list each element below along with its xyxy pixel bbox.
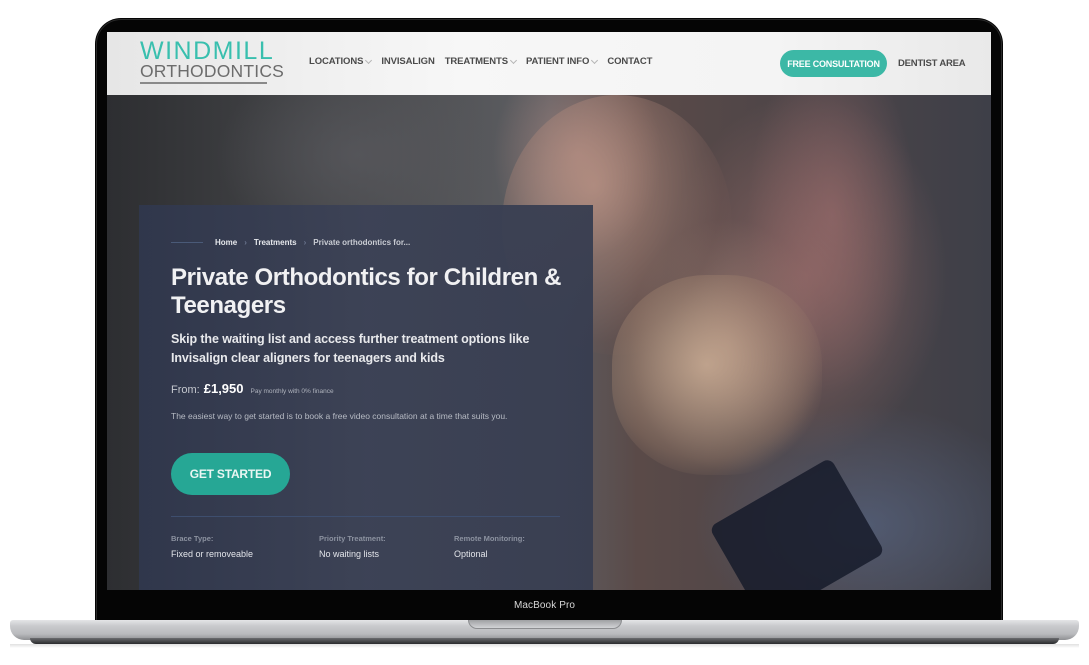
dentist-area-link[interactable]: DENTIST AREA	[898, 58, 966, 69]
price-from-label: From:	[171, 384, 200, 396]
chevron-down-icon	[365, 56, 373, 64]
hero-section: Home › Treatments › Private orthodontics…	[107, 95, 991, 590]
laptop-lid-notch	[468, 620, 622, 629]
facts-divider	[171, 516, 560, 517]
chevron-down-icon	[591, 56, 599, 64]
breadcrumb: Home › Treatments › Private orthodontics…	[171, 238, 410, 247]
logo-wordmark-top: WINDMILL	[140, 37, 275, 65]
fact-label: Brace Type:	[171, 534, 214, 543]
site-header: WINDMILL ORTHODONTICS LOCATIONS INVISALI…	[107, 32, 991, 95]
nav-item-label: PATIENT INFO	[525, 56, 590, 67]
fact-priority-treatment: Priority Treatment: No waiting lists	[319, 534, 454, 559]
breadcrumb-rule	[171, 242, 203, 243]
free-consultation-button[interactable]: FREE CONSULTATION	[780, 50, 887, 77]
nav-item-label: LOCATIONS	[309, 56, 364, 67]
device-model-label: MacBook Pro	[513, 600, 576, 611]
hero-photo-sleeve	[708, 457, 886, 590]
logo-underline	[140, 82, 267, 84]
fact-value: Optional	[454, 549, 488, 559]
chevron-right-icon: ›	[303, 238, 307, 247]
nav-item-invisalign[interactable]: INVISALIGN	[381, 56, 434, 67]
nav-item-contact[interactable]: CONTACT	[607, 56, 652, 67]
breadcrumb-home[interactable]: Home	[215, 238, 237, 247]
browser-viewport: WINDMILL ORTHODONTICS LOCATIONS INVISALI…	[107, 32, 991, 590]
nav-item-treatments[interactable]: TREATMENTS	[444, 56, 517, 67]
fact-label: Priority Treatment:	[319, 534, 386, 543]
nav-item-patient-info[interactable]: PATIENT INFO	[525, 56, 599, 67]
chevron-right-icon: ›	[244, 238, 247, 247]
breadcrumb-current: Private orthodontics for...	[313, 238, 411, 247]
chevron-down-icon	[509, 56, 517, 64]
hero-content-card: Home › Treatments › Private orthodontics…	[139, 205, 593, 590]
main-nav: LOCATIONS INVISALIGN TREATMENTS PATIENT …	[309, 56, 662, 67]
finance-note: Pay monthly with 0% finance	[250, 388, 334, 395]
price-value: £1,950	[203, 381, 244, 396]
fact-value: Fixed or removeable	[171, 549, 254, 559]
page-title: Private Orthodontics for Children & Teen…	[171, 264, 562, 319]
intro-text: The easiest way to get started is to boo…	[171, 411, 508, 421]
fact-label: Remote Monitoring:	[454, 534, 525, 543]
treatment-facts: Brace Type: Fixed or removeable Priority…	[171, 534, 525, 559]
fact-remote-monitoring: Remote Monitoring: Optional	[454, 534, 525, 559]
page-subtitle: Skip the waiting list and access further…	[171, 332, 530, 365]
nav-item-label: INVISALIGN	[381, 56, 435, 67]
price-row: From: £1,950 Pay monthly with 0% finance	[171, 381, 334, 396]
fact-value: No waiting lists	[319, 549, 380, 559]
hero-photo-hand	[612, 275, 822, 475]
logo-wordmark-bottom: ORTHODONTICS	[140, 61, 285, 81]
site-logo[interactable]: WINDMILL ORTHODONTICS	[140, 37, 285, 84]
nav-item-label: TREATMENTS	[444, 56, 508, 67]
laptop-shadow	[10, 644, 1079, 648]
nav-item-label: CONTACT	[607, 56, 653, 67]
nav-item-locations[interactable]: LOCATIONS	[309, 56, 373, 67]
fact-brace-type: Brace Type: Fixed or removeable	[171, 534, 319, 559]
breadcrumb-treatments[interactable]: Treatments	[254, 238, 297, 247]
get-started-button[interactable]: GET STARTED	[171, 453, 290, 495]
